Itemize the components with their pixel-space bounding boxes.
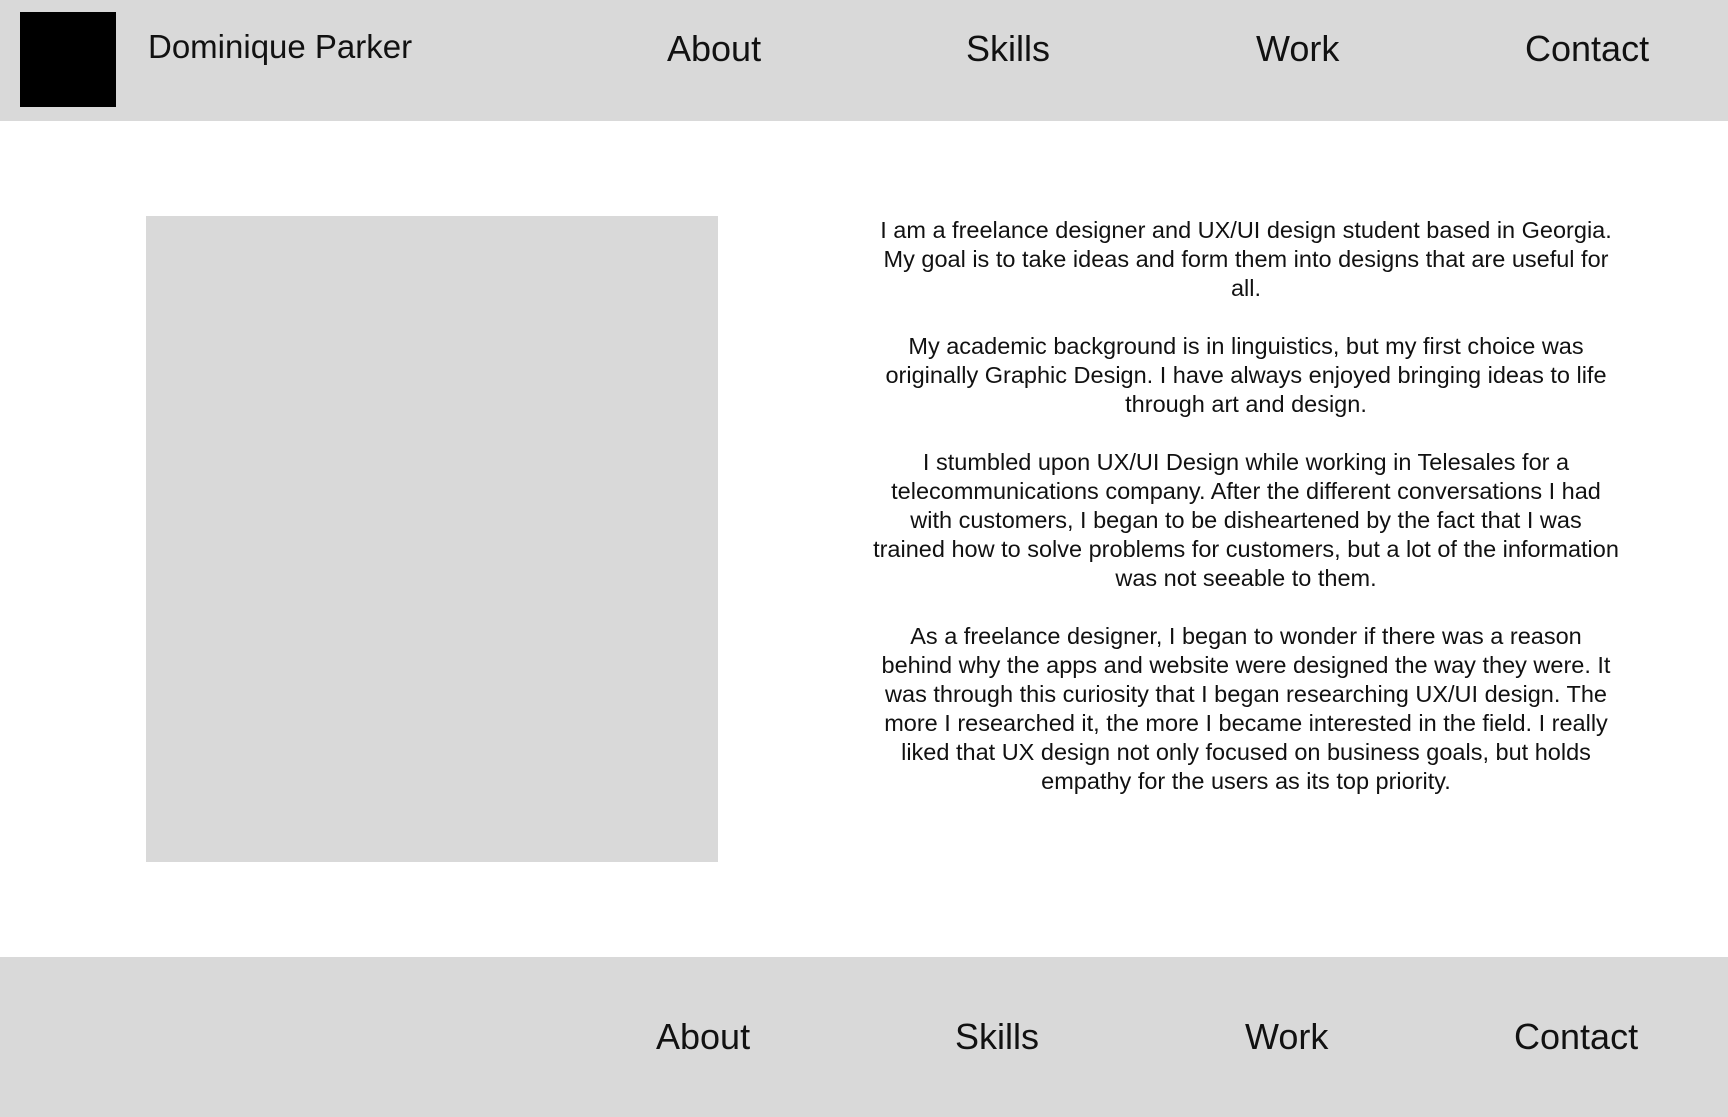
profile-photo-placeholder bbox=[146, 216, 718, 862]
nav-work-link[interactable]: Work bbox=[1256, 27, 1339, 71]
bio-section: I am a freelance designer and UX/UI desi… bbox=[872, 216, 1620, 825]
footer-nav-bar: About Skills Work Contact bbox=[0, 957, 1728, 1117]
nav-about-link[interactable]: About bbox=[667, 27, 761, 71]
portfolio-about-page: Dominique Parker About Skills Work Conta… bbox=[0, 0, 1728, 1117]
bio-paragraph: As a freelance designer, I began to wond… bbox=[881, 623, 1611, 794]
nav-contact-link[interactable]: Contact bbox=[1525, 27, 1649, 71]
top-nav-bar: Dominique Parker About Skills Work Conta… bbox=[0, 0, 1728, 121]
footer-work-link[interactable]: Work bbox=[1245, 1015, 1328, 1059]
site-name: Dominique Parker bbox=[148, 28, 413, 65]
footer-contact-link[interactable]: Contact bbox=[1514, 1015, 1638, 1059]
bio-paragraph: I stumbled upon UX/UI Design while worki… bbox=[873, 449, 1619, 591]
bio-paragraph: I am a freelance designer and UX/UI desi… bbox=[880, 217, 1612, 301]
footer-skills-link[interactable]: Skills bbox=[955, 1015, 1039, 1059]
logo[interactable] bbox=[20, 12, 116, 107]
nav-skills-link[interactable]: Skills bbox=[966, 27, 1050, 71]
footer-about-link[interactable]: About bbox=[656, 1015, 750, 1059]
bio-paragraph: My academic background is in linguistics… bbox=[885, 333, 1607, 417]
